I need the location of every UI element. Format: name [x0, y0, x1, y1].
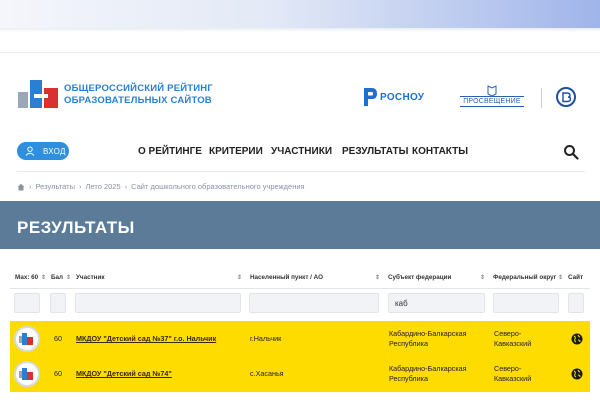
column-header-subject[interactable]: Субъект федерации — [388, 274, 451, 281]
browser-top-strip — [0, 0, 600, 32]
divider — [0, 52, 600, 53]
globe-icon[interactable] — [571, 333, 583, 345]
score-cell: 60 — [54, 334, 62, 343]
filter-participant[interactable] — [75, 293, 241, 313]
nav-item-results[interactable]: РЕЗУЛЬТАТЫ — [342, 146, 408, 157]
sort-icon[interactable]: ⇕ — [375, 274, 380, 281]
score-cell: 60 — [54, 369, 62, 378]
table-header: Мах: 60 ⇕ Бал ⇕ Участник ⇕ Населенный пу… — [10, 268, 590, 289]
locality-cell: г.Нальчик — [250, 334, 282, 343]
participant-link[interactable]: МКДОУ "Детский сад №74" — [76, 369, 172, 379]
participant-link[interactable]: МКДОУ "Детский сад №37" г.о. Нальчик — [76, 334, 216, 344]
column-header-district[interactable]: Федеральный округ — [493, 274, 556, 281]
partner-rosnou-label: РОСНОУ — [380, 91, 425, 103]
nav-item-participants[interactable]: УЧАСТНИКИ — [271, 146, 332, 157]
column-header-score[interactable]: Бал — [51, 274, 63, 281]
column-header-locality[interactable]: Населенный пункт / АО — [250, 274, 323, 281]
page-title: РЕЗУЛЬТАТЫ — [17, 218, 135, 237]
breadcrumb-results[interactable]: Результаты — [36, 182, 76, 191]
user-icon — [25, 146, 35, 156]
filter-site[interactable] — [568, 293, 584, 313]
district-cell: Северо- Кавказский — [494, 364, 532, 383]
filter-district[interactable] — [493, 293, 559, 313]
sort-icon[interactable]: ⇕ — [480, 274, 485, 281]
rosnou-logo-icon — [364, 88, 377, 106]
filter-row: каб — [10, 289, 590, 319]
breadcrumb-season[interactable]: Лето 2025 — [86, 182, 121, 191]
filter-score[interactable] — [50, 293, 66, 313]
table-row: 60 МКДОУ "Детский сад №37" г.о. Нальчик … — [10, 321, 590, 357]
subject-cell: Кабардино-Балкарская Республика — [389, 364, 467, 383]
rating-badge-icon — [14, 361, 40, 387]
sort-icon[interactable]: ⇕ — [66, 274, 71, 281]
page-title-banner: РЕЗУЛЬТАТЫ — [0, 201, 600, 249]
hse-logo-icon[interactable] — [556, 87, 576, 107]
subject-cell: Кабардино-Балкарская Республика — [389, 329, 467, 348]
nav-item-contacts[interactable]: КОНТАКТЫ — [412, 146, 468, 157]
filter-locality[interactable] — [249, 293, 379, 313]
nav-divider — [17, 171, 585, 172]
filter-max[interactable] — [14, 293, 40, 313]
book-icon — [487, 85, 497, 96]
nav-item-about[interactable]: О РЕЙТИНГЕ — [138, 146, 202, 157]
search-icon[interactable] — [563, 144, 579, 160]
site-logo-text[interactable]: ОБЩЕРОССИЙСКИЙ РЕЙТИНГ ОБРАЗОВАТЕЛЬНЫХ С… — [64, 83, 213, 107]
breadcrumb-category[interactable]: Сайт дошкольного образовательного учрежд… — [131, 182, 304, 191]
login-button[interactable]: ВХОД — [17, 142, 69, 160]
sort-icon[interactable]: ⇕ — [41, 274, 46, 281]
nav-item-criteria[interactable]: КРИТЕРИИ — [209, 146, 263, 157]
partner-divider — [541, 88, 542, 108]
column-header-site[interactable]: Сайт — [568, 274, 583, 281]
partner-logo-rosnou[interactable]: РОСНОУ — [362, 86, 424, 108]
filter-subject[interactable]: каб — [388, 293, 485, 313]
rating-badge-icon — [14, 326, 40, 352]
district-cell: Северо- Кавказский — [494, 329, 532, 348]
column-header-max[interactable]: Мах: 60 — [15, 274, 38, 281]
column-header-participant[interactable]: Участник — [76, 274, 105, 281]
partner-prosveshchenie-label: ПРОСВЕЩЕНИЕ — [460, 96, 524, 107]
table-row: 60 МКДОУ "Детский сад №74" с.Хасанья Каб… — [10, 356, 590, 392]
partner-logo-prosveshchenie[interactable]: ПРОСВЕЩЕНИЕ — [460, 84, 524, 108]
globe-icon[interactable] — [571, 368, 583, 380]
sort-icon[interactable]: ⇕ — [237, 274, 242, 281]
breadcrumb: › Результаты › Лето 2025 › Сайт дошкольн… — [17, 182, 305, 191]
home-icon[interactable] — [17, 183, 25, 191]
locality-cell: с.Хасанья — [250, 369, 284, 378]
sort-icon[interactable]: ⇕ — [558, 274, 563, 281]
login-label: ВХОД — [43, 146, 66, 156]
site-logo[interactable] — [18, 80, 60, 110]
